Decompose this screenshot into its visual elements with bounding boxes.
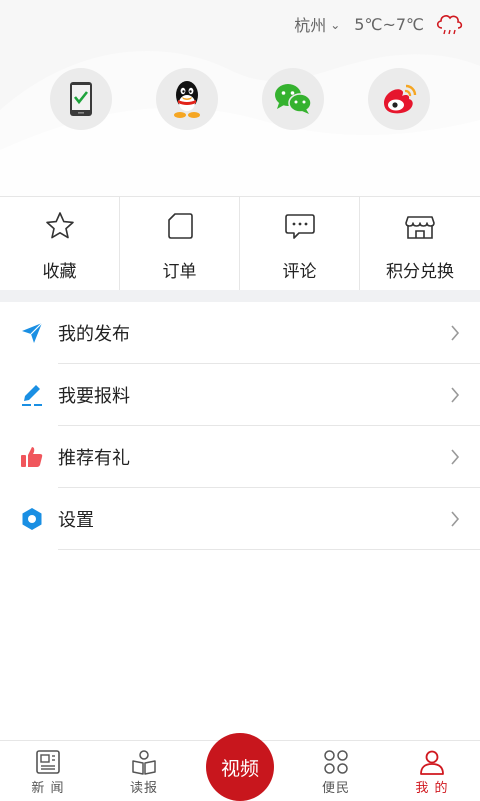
weibo-login-button[interactable] bbox=[368, 68, 430, 130]
city-name[interactable]: 杭州 bbox=[294, 12, 326, 36]
temperature-range: 5℃~7℃ bbox=[354, 14, 424, 34]
points-exchange-label: 积分兑换 bbox=[386, 262, 454, 282]
comments-button[interactable]: 评论 bbox=[240, 197, 360, 291]
menu-list: 我的发布 我要报料 推荐有礼 设置 bbox=[0, 302, 480, 550]
phone-login-button[interactable] bbox=[50, 68, 112, 130]
phone-login-icon bbox=[70, 82, 92, 116]
points-exchange-button[interactable]: 积分兑换 bbox=[360, 197, 480, 291]
menu-item-label: 我要报料 bbox=[58, 386, 130, 407]
reader-icon bbox=[132, 750, 156, 775]
video-tab-button[interactable]: 视频 bbox=[206, 733, 274, 801]
wechat-icon bbox=[275, 84, 312, 114]
star-icon bbox=[45, 212, 74, 239]
comment-icon bbox=[284, 214, 315, 239]
pen-icon bbox=[22, 385, 42, 406]
chevron-right-icon bbox=[451, 387, 460, 403]
menu-item-submit-tip[interactable]: 我要报料 bbox=[0, 364, 480, 426]
menu-item-label: 我的发布 bbox=[58, 324, 130, 345]
tab-service[interactable]: 便民 bbox=[288, 741, 384, 801]
menu-item-my-posts[interactable]: 我的发布 bbox=[0, 302, 480, 364]
favorites-button[interactable]: 收藏 bbox=[0, 197, 120, 291]
grid-services-icon bbox=[324, 750, 348, 774]
thumb-icon bbox=[21, 447, 43, 467]
send-icon bbox=[22, 322, 43, 343]
menu-item-settings[interactable]: 设置 bbox=[0, 488, 480, 550]
orders-button[interactable]: 订单 bbox=[120, 197, 240, 291]
video-tab-label: 视频 bbox=[220, 757, 259, 780]
order-icon bbox=[167, 213, 193, 239]
tab-news[interactable]: 新 闻 bbox=[0, 741, 96, 801]
menu-item-referral[interactable]: 推荐有礼 bbox=[0, 426, 480, 488]
tab-label: 便民 bbox=[321, 781, 350, 796]
tab-label: 我 的 bbox=[415, 781, 449, 796]
favorites-label: 收藏 bbox=[42, 262, 77, 282]
weibo-icon bbox=[384, 84, 417, 114]
menu-item-label: 推荐有礼 bbox=[58, 448, 130, 469]
rain-cloud-icon bbox=[436, 15, 463, 35]
chevron-right-icon bbox=[451, 449, 460, 465]
tab-label: 新 闻 bbox=[31, 781, 65, 796]
newspaper-icon bbox=[36, 750, 60, 774]
profile-header: 杭州 ⌄ 5℃~7℃ bbox=[0, 0, 480, 196]
tab-mine[interactable]: 我 的 bbox=[384, 741, 480, 801]
menu-item-label: 设置 bbox=[58, 510, 94, 531]
login-options bbox=[0, 68, 480, 132]
qq-login-button[interactable] bbox=[156, 68, 218, 130]
tab-read[interactable]: 读报 bbox=[96, 741, 192, 801]
quick-actions: 收藏 订单 评论 积分兑换 bbox=[0, 196, 480, 291]
chevron-down-icon[interactable]: ⌄ bbox=[330, 18, 340, 32]
tab-label: 读报 bbox=[129, 781, 158, 796]
store-icon bbox=[405, 216, 435, 239]
section-divider bbox=[0, 290, 480, 302]
orders-label: 订单 bbox=[162, 262, 197, 282]
user-icon bbox=[420, 750, 444, 775]
settings-icon bbox=[22, 508, 42, 530]
qq-icon bbox=[174, 81, 200, 118]
row-divider bbox=[58, 549, 480, 550]
chevron-right-icon bbox=[451, 511, 460, 527]
weather-widget[interactable]: 杭州 ⌄ 5℃~7℃ bbox=[294, 12, 464, 36]
wechat-login-button[interactable] bbox=[262, 68, 324, 130]
chevron-right-icon bbox=[451, 325, 460, 341]
comments-label: 评论 bbox=[282, 262, 317, 282]
